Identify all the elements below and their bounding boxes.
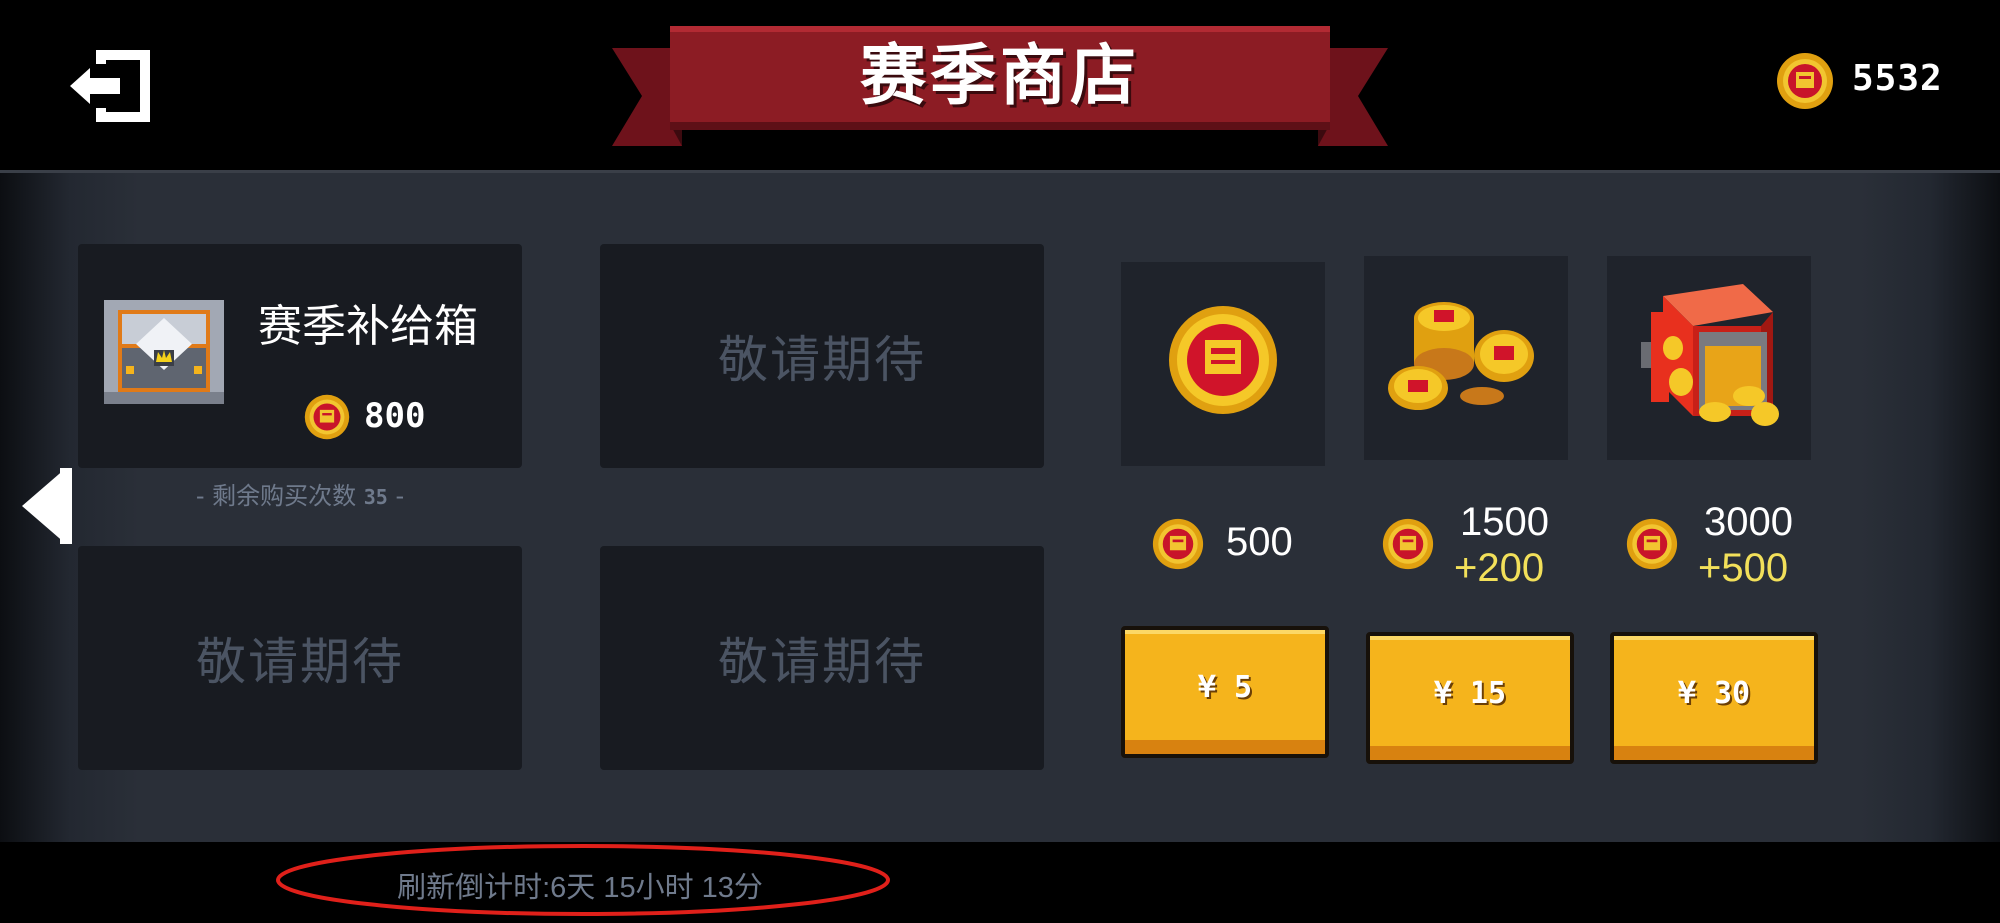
remaining-count: 35	[363, 485, 388, 509]
coin-icon	[304, 394, 350, 440]
coming-soon-label: 敬请期待	[718, 633, 926, 691]
pack-bonus: +500	[1698, 546, 1789, 590]
coin-pack-500	[1121, 262, 1325, 466]
page-title: 赛季商店	[860, 37, 1140, 114]
buy-button-15[interactable]: ¥ 15	[1366, 632, 1574, 764]
buy-button-label: ¥ 30	[1677, 675, 1751, 711]
coin-pack-3000	[1607, 256, 1811, 460]
pack-amount: 3000	[1704, 500, 1793, 544]
buy-button-30[interactable]: ¥ 30	[1610, 632, 1818, 764]
buy-button-label: ¥ 15	[1433, 675, 1507, 711]
buy-button-label: ¥ 5	[1197, 669, 1253, 705]
item-price: 800	[364, 396, 426, 436]
coin-icon	[1152, 518, 1204, 570]
treasure-chest-icon	[104, 300, 224, 404]
coin-pack-1500	[1364, 256, 1568, 460]
highlight-ring	[276, 844, 890, 916]
shop-item-placeholder: 敬请期待	[600, 546, 1044, 770]
exit-icon[interactable]	[66, 46, 154, 126]
remaining-purchases: - 剩余购买次数 35 -	[195, 482, 405, 510]
coin-icon	[1382, 518, 1434, 570]
pack-amount: 500	[1226, 520, 1293, 564]
pack-bonus: +200	[1454, 546, 1545, 590]
item-name: 赛季补给箱	[258, 301, 478, 352]
shop-item-placeholder: 敬请期待	[78, 546, 522, 770]
buy-button-5[interactable]: ¥ 5	[1121, 626, 1329, 758]
coin-balance: 5532	[1852, 58, 1943, 99]
previous-page-arrow-icon[interactable]	[20, 466, 72, 546]
coin-icon	[1626, 518, 1678, 570]
remaining-label: 剩余购买次数	[212, 482, 357, 510]
pack-amount: 1500	[1460, 500, 1549, 544]
shop-item-placeholder: 敬请期待	[600, 244, 1044, 468]
coin-icon	[1777, 53, 1833, 109]
coming-soon-label: 敬请期待	[718, 331, 926, 389]
coin-pile-icon	[1388, 302, 1534, 410]
single-coin-icon	[1169, 306, 1277, 414]
coming-soon-label: 敬请期待	[196, 633, 404, 691]
coin-safe-icon	[1641, 284, 1779, 426]
